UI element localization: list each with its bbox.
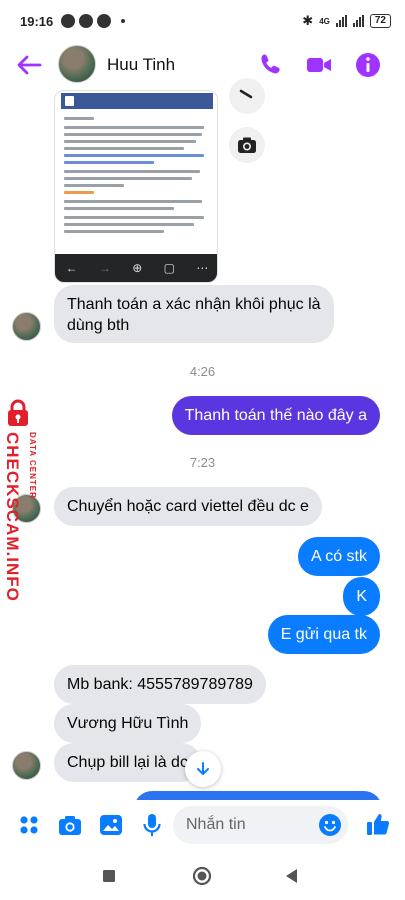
lock-icon — [8, 399, 28, 426]
browser-toolbar-image: ← → ⊕ ▢ ⋯ — [55, 254, 217, 282]
back-icon[interactable] — [284, 868, 298, 884]
shared-screenshot-image[interactable]: ← → ⊕ ▢ ⋯ — [54, 90, 218, 283]
back-arrow-icon[interactable] — [14, 50, 44, 80]
contact-avatar[interactable] — [58, 45, 96, 83]
incoming-message[interactable]: Chụp bill lại là dc — [54, 743, 201, 782]
status-time: 19:16 — [20, 13, 54, 29]
arrow-down-icon — [197, 762, 209, 775]
phone-icon[interactable] — [255, 50, 285, 80]
messenger-notification-icon — [61, 14, 76, 28]
contact-name[interactable]: Huu Tinh — [107, 55, 175, 75]
system-navigation-bar — [0, 852, 405, 900]
info-icon[interactable] — [353, 50, 383, 80]
gallery-icon[interactable] — [98, 812, 124, 838]
watermark-subtext: DATA CENTER — [28, 432, 37, 499]
checkscam-watermark: CHECKSCAM.INFO DATA CENTER — [0, 398, 48, 602]
share-icon[interactable] — [229, 78, 265, 114]
outgoing-message[interactable]: Thanh toán thế nào đây a — [171, 396, 380, 435]
bluetooth-icon: ✱ — [302, 13, 314, 28]
message-input-placeholder: Nhắn tin — [186, 816, 246, 833]
facebook-header-image — [61, 93, 213, 109]
scroll-down-button[interactable] — [185, 751, 221, 787]
incoming-message[interactable]: Vương Hữu Tình — [54, 704, 202, 743]
status-bar: 19:16 ✱ 4G 72 — [0, 0, 405, 42]
apps-icon[interactable] — [16, 812, 42, 838]
video-call-icon[interactable] — [304, 50, 334, 80]
camera-icon[interactable] — [229, 127, 265, 163]
message-timestamp: 7:23 — [189, 455, 216, 470]
status-right: ✱ 4G 72 — [302, 13, 391, 29]
conversation-header: Huu Tinh — [0, 42, 405, 88]
incoming-message[interactable]: Thanh toán a xác nhận khôi phục là dùng … — [54, 285, 334, 343]
incoming-message[interactable]: Chuyển hoặc card viettel đều dc e — [54, 487, 322, 526]
messenger-notification-icon-3 — [97, 14, 112, 28]
signal-icon-2 — [352, 15, 364, 27]
home-icon[interactable] — [192, 866, 212, 886]
more-notifications-dot-icon — [121, 19, 126, 23]
incoming-message[interactable]: Mb bank: 4555789789789 — [54, 665, 266, 704]
outgoing-message[interactable]: E gửi qua tk — [267, 615, 380, 654]
contact-avatar-small[interactable] — [12, 312, 41, 341]
message-composer: Nhắn tin — [0, 800, 405, 852]
battery-level: 72 — [369, 14, 391, 28]
outgoing-message[interactable]: A có stk — [297, 537, 380, 576]
screenshot-email-text — [64, 117, 212, 237]
microphone-icon[interactable] — [139, 812, 165, 838]
emoji-icon[interactable] — [318, 813, 342, 837]
contact-avatar-small[interactable] — [12, 751, 41, 780]
camera-icon[interactable] — [57, 812, 83, 838]
recent-apps-icon[interactable] — [102, 869, 116, 883]
notification-icons — [61, 14, 126, 28]
outgoing-message[interactable]: K — [343, 577, 380, 616]
message-timestamp: 4:26 — [189, 364, 216, 379]
signal-icon — [335, 15, 347, 27]
messenger-notification-icon-2 — [79, 14, 94, 28]
watermark-text: CHECKSCAM.INFO — [3, 432, 22, 602]
thumbs-up-icon[interactable] — [365, 811, 391, 837]
network-type: 4G — [319, 16, 330, 26]
